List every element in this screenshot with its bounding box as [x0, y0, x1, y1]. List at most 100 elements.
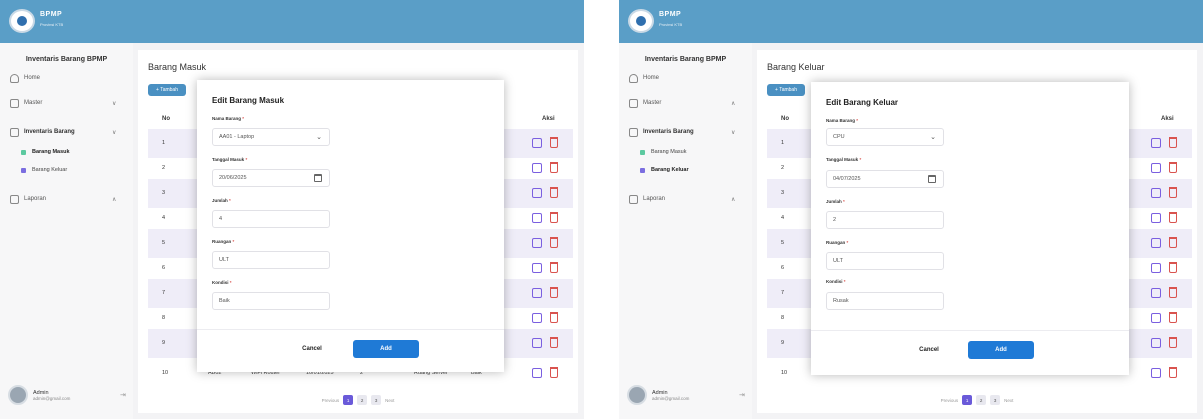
tanggal-masuk-field[interactable]: 20/06/2025 [212, 169, 330, 187]
edit-icon[interactable] [532, 238, 542, 248]
pagination-previous[interactable]: Previous [941, 398, 959, 403]
home-icon [10, 73, 19, 83]
sidebar-item-master[interactable]: Master [10, 96, 42, 110]
trash-icon[interactable] [550, 212, 558, 223]
chevron-up-icon[interactable]: ∧ [731, 100, 735, 107]
sidebar-item-barang-masuk[interactable]: Barang Masuk [640, 146, 686, 158]
trash-icon[interactable] [550, 237, 558, 248]
edit-icon[interactable] [1151, 163, 1161, 173]
calendar-icon[interactable] [928, 175, 936, 183]
trash-icon[interactable] [550, 312, 558, 323]
sidebar-item-barang-keluar[interactable]: Barang Keluar [640, 164, 689, 176]
trash-icon[interactable] [1169, 367, 1177, 378]
report-icon [10, 194, 19, 204]
sidebar-item-laporan[interactable]: Laporan [629, 192, 665, 206]
tambah-button[interactable]: + Tambah [148, 84, 186, 96]
pagination-page[interactable]: 2 [357, 395, 368, 405]
chevron-up-icon[interactable]: ∧ [112, 196, 116, 203]
edit-icon[interactable] [532, 163, 542, 173]
sidebar-item-master[interactable]: Master [629, 96, 661, 110]
edit-icon[interactable] [1151, 313, 1161, 323]
chevron-down-icon[interactable]: ∨ [731, 129, 735, 136]
edit-icon[interactable] [1151, 138, 1161, 148]
edit-icon[interactable] [532, 313, 542, 323]
sidebar-item-label: Laporan [24, 196, 47, 202]
edit-icon[interactable] [532, 213, 542, 223]
trash-icon[interactable] [1169, 287, 1177, 298]
tanggal-masuk-field[interactable]: 04/07/2025 [826, 170, 944, 188]
edit-icon[interactable] [1151, 188, 1161, 198]
trash-icon[interactable] [1169, 162, 1177, 173]
edit-icon[interactable] [532, 338, 542, 348]
page-title: Barang Keluar [767, 62, 825, 72]
trash-icon[interactable] [550, 187, 558, 198]
sidebar-item-laporan[interactable]: Laporan [10, 192, 46, 206]
edit-icon[interactable] [1151, 288, 1161, 298]
trash-icon[interactable] [550, 367, 558, 378]
edit-icon[interactable] [1151, 238, 1161, 248]
chevron-down-icon[interactable]: ∨ [112, 100, 116, 107]
logout-icon[interactable]: ⇥ [120, 391, 126, 399]
trash-icon[interactable] [1169, 312, 1177, 323]
tambah-button[interactable]: + Tambah [767, 84, 805, 96]
logout-icon[interactable]: ⇥ [739, 391, 745, 399]
user-profile[interactable]: Admin admin@gmail.com [8, 385, 70, 405]
edit-icon[interactable] [532, 263, 542, 273]
pagination-page[interactable]: 3 [371, 395, 382, 405]
ruangan-field[interactable]: ULT [212, 251, 330, 269]
trash-icon[interactable] [550, 262, 558, 273]
trash-icon[interactable] [1169, 187, 1177, 198]
trash-icon[interactable] [550, 337, 558, 348]
avatar [627, 385, 647, 405]
edit-icon[interactable] [532, 138, 542, 148]
field-label-kondisi: Kondisi * [826, 279, 846, 284]
edit-icon[interactable] [532, 368, 542, 378]
sidebar-item-inventaris[interactable]: Inventaris Barang [10, 125, 75, 139]
pagination-page[interactable]: 1 [343, 395, 354, 405]
sidebar-item-home[interactable]: Home [10, 71, 40, 85]
ruangan-field[interactable]: ULT [826, 252, 944, 270]
sidebar-item-home[interactable]: Home [629, 71, 659, 85]
nama-barang-select[interactable]: AA01 - Laptop ⌄ [212, 128, 330, 146]
trash-icon[interactable] [1169, 212, 1177, 223]
trash-icon[interactable] [1169, 337, 1177, 348]
chevron-down-icon: ⌄ [316, 134, 322, 141]
field-label-nama-barang: Nama Barang * [212, 116, 245, 121]
edit-modal: Edit Barang Keluar Nama Barang * CPU ⌄ T… [811, 82, 1129, 375]
trash-icon[interactable] [550, 287, 558, 298]
pagination-page[interactable]: 3 [990, 395, 1001, 405]
pagination-previous[interactable]: Previous [322, 398, 340, 403]
chevron-up-icon[interactable]: ∧ [731, 196, 735, 203]
nama-barang-select[interactable]: CPU ⌄ [826, 128, 944, 146]
edit-icon[interactable] [1151, 213, 1161, 223]
sidebar-item-barang-keluar[interactable]: Barang Keluar [21, 164, 67, 176]
cancel-button[interactable]: Cancel [282, 340, 342, 358]
pagination-page[interactable]: 1 [962, 395, 973, 405]
edit-icon[interactable] [1151, 338, 1161, 348]
trash-icon[interactable] [1169, 262, 1177, 273]
pagination-next[interactable]: Next [385, 398, 394, 403]
chevron-down-icon[interactable]: ∨ [112, 129, 116, 136]
trash-icon[interactable] [1169, 137, 1177, 148]
pagination-next[interactable]: Next [1004, 398, 1013, 403]
pagination-page[interactable]: 2 [976, 395, 987, 405]
calendar-icon[interactable] [314, 174, 322, 182]
edit-icon[interactable] [1151, 368, 1161, 378]
trash-icon[interactable] [1169, 237, 1177, 248]
cancel-button[interactable]: Cancel [899, 341, 959, 359]
jumlah-field[interactable]: 2 [826, 211, 944, 229]
sidebar-item-barang-masuk[interactable]: Barang Masuk [21, 146, 70, 158]
trash-icon[interactable] [550, 137, 558, 148]
sidebar-item-label: Inventaris Barang [643, 129, 694, 135]
jumlah-field[interactable]: 4 [212, 210, 330, 228]
kondisi-field[interactable]: Rusak [826, 292, 944, 310]
kondisi-field[interactable]: Baik [212, 292, 330, 310]
edit-icon[interactable] [532, 188, 542, 198]
user-profile[interactable]: Admin admin@gmail.com [627, 385, 689, 405]
edit-icon[interactable] [532, 288, 542, 298]
trash-icon[interactable] [550, 162, 558, 173]
edit-icon[interactable] [1151, 263, 1161, 273]
add-button[interactable]: Add [353, 340, 419, 358]
sidebar-item-inventaris[interactable]: Inventaris Barang [629, 125, 694, 139]
add-button[interactable]: Add [968, 341, 1034, 359]
